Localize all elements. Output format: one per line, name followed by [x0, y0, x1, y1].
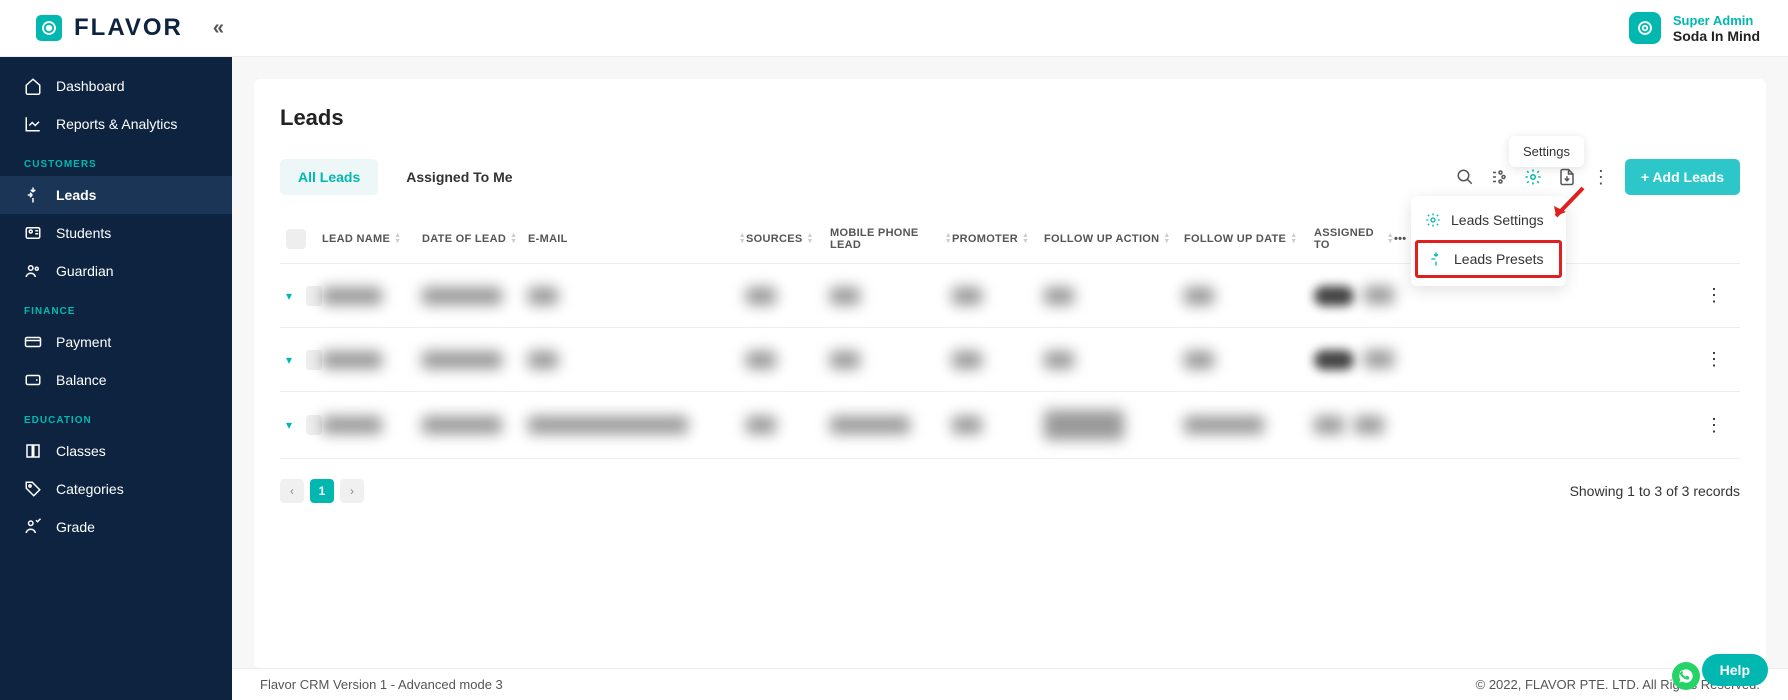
sidebar-item-label: Students — [56, 225, 111, 241]
leads-icon — [24, 186, 42, 204]
presets-icon — [1428, 251, 1444, 267]
sidebar-item-label: Balance — [56, 372, 107, 388]
row-checkbox[interactable] — [306, 350, 322, 370]
th-date-lead[interactable]: DATE OF LEAD▲▼ — [422, 233, 528, 245]
expand-row-icon[interactable]: ▾ — [286, 289, 300, 303]
select-all-checkbox[interactable] — [286, 229, 306, 249]
grade-icon — [24, 518, 42, 536]
home-icon — [24, 77, 42, 95]
tab-assigned-to-me[interactable]: Assigned To Me — [388, 159, 530, 195]
sidebar-item-label: Guardian — [56, 263, 114, 279]
expand-row-icon[interactable]: ▾ — [286, 353, 300, 367]
th-followup[interactable]: FOLLOW UP ACTION▲▼ — [1044, 233, 1184, 245]
th-sources[interactable]: SOURCES▲▼ — [746, 233, 830, 245]
footer-version: Flavor CRM Version 1 - Advanced mode 3 — [260, 677, 503, 692]
card-icon — [24, 333, 42, 351]
user-info: Super Admin Soda In Mind — [1673, 13, 1760, 44]
toolbar-actions: ⋮ + Add Leads — [1455, 159, 1740, 195]
row-checkbox[interactable] — [306, 415, 322, 435]
tabs: All Leads Assigned To Me — [280, 159, 531, 195]
help-button[interactable]: Help — [1702, 654, 1768, 686]
sidebar-item-students[interactable]: Students — [0, 214, 232, 252]
user-avatar-icon — [1629, 12, 1661, 44]
page-title: Leads — [280, 105, 1740, 131]
th-followup-date[interactable]: FOLLOW UP DATE▲▼ — [1184, 233, 1314, 245]
brand-icon — [36, 15, 62, 41]
sidebar-item-label: Payment — [56, 334, 111, 350]
pagination-prev[interactable]: ‹ — [280, 479, 304, 503]
user-area[interactable]: Super Admin Soda In Mind — [1629, 12, 1760, 44]
th-promoter[interactable]: PROMOTER▲▼ — [952, 233, 1044, 245]
user-name: Soda In Mind — [1673, 28, 1760, 44]
settings-icon[interactable] — [1523, 167, 1543, 187]
book-icon — [24, 442, 42, 460]
logo-area: FLAVOR « — [36, 14, 224, 42]
sidebar-item-reports[interactable]: Reports & Analytics — [0, 105, 232, 143]
export-icon[interactable] — [1557, 167, 1577, 187]
row-menu-icon[interactable]: ⋮ — [1694, 285, 1734, 306]
add-leads-button[interactable]: + Add Leads — [1625, 159, 1740, 195]
sidebar-item-balance[interactable]: Balance — [0, 361, 232, 399]
pagination-row: ‹ 1 › Showing 1 to 3 of 3 records — [280, 459, 1740, 503]
settings-dropdown: Leads Settings Leads Presets — [1411, 196, 1566, 286]
th-email[interactable]: E-MAIL▲▼ — [528, 233, 746, 245]
filter-icon[interactable] — [1489, 167, 1509, 187]
sidebar-item-payment[interactable]: Payment — [0, 323, 232, 361]
sidebar-item-leads[interactable]: Leads — [0, 176, 232, 214]
sidebar-section-education: EDUCATION — [0, 399, 232, 432]
sidebar-item-label: Dashboard — [56, 78, 125, 94]
th-mobile[interactable]: MOBILE PHONE LEAD▲▼ — [830, 227, 952, 251]
sidebar-section-finance: FINANCE — [0, 290, 232, 323]
sidebar-section-customers: CUSTOMERS — [0, 143, 232, 176]
id-icon — [24, 224, 42, 242]
sidebar-item-categories[interactable]: Categories — [0, 470, 232, 508]
expand-row-icon[interactable]: ▾ — [286, 418, 300, 432]
th-assigned[interactable]: ASSIGNED TO▲▼ — [1314, 227, 1394, 251]
top-header: FLAVOR « Super Admin Soda In Mind — [0, 0, 1788, 57]
sidebar-item-label: Reports & Analytics — [56, 116, 177, 132]
wallet-icon — [24, 371, 42, 389]
pagination: ‹ 1 › — [280, 479, 364, 503]
dropdown-leads-presets[interactable]: Leads Presets — [1415, 240, 1562, 278]
th-lead-name[interactable]: LEAD NAME▲▼ — [322, 233, 422, 245]
brand-text: FLAVOR — [74, 14, 183, 42]
annotation-arrow — [1548, 186, 1588, 226]
footer: Flavor CRM Version 1 - Advanced mode 3 ©… — [232, 668, 1788, 700]
whatsapp-button[interactable] — [1672, 662, 1700, 690]
pagination-next[interactable]: › — [340, 479, 364, 503]
tab-all-leads[interactable]: All Leads — [280, 159, 378, 195]
table-row: ▾ ⋮ — [280, 392, 1740, 459]
dropdown-item-label: Leads Settings — [1451, 212, 1544, 228]
table-row: ▾ ⋮ — [280, 328, 1740, 392]
dropdown-item-label: Leads Presets — [1454, 251, 1544, 267]
row-checkbox[interactable] — [306, 286, 322, 306]
row-menu-icon[interactable]: ⋮ — [1694, 415, 1734, 436]
sidebar: Dashboard Reports & Analytics CUSTOMERS … — [0, 57, 232, 700]
sidebar-item-label: Categories — [56, 481, 124, 497]
tag-icon — [24, 480, 42, 498]
leads-card: Leads All Leads Assigned To Me ⋮ + Add L… — [254, 79, 1766, 668]
sidebar-item-label: Classes — [56, 443, 106, 459]
pagination-page-1[interactable]: 1 — [310, 479, 334, 503]
sidebar-item-classes[interactable]: Classes — [0, 432, 232, 470]
dropdown-leads-settings[interactable]: Leads Settings — [1411, 202, 1566, 238]
sidebar-item-grade[interactable]: Grade — [0, 508, 232, 546]
user-role: Super Admin — [1673, 13, 1760, 28]
sidebar-item-guardian[interactable]: Guardian — [0, 252, 232, 290]
sidebar-collapse-button[interactable]: « — [213, 17, 224, 40]
sidebar-item-label: Leads — [56, 187, 96, 203]
records-summary: Showing 1 to 3 of 3 records — [1570, 483, 1740, 499]
row-menu-icon[interactable]: ⋮ — [1694, 349, 1734, 370]
chart-icon — [24, 115, 42, 133]
search-icon[interactable] — [1455, 167, 1475, 187]
settings-tooltip: Settings — [1509, 136, 1584, 167]
sidebar-item-dashboard[interactable]: Dashboard — [0, 67, 232, 105]
gear-icon — [1425, 212, 1441, 228]
people-icon — [24, 262, 42, 280]
more-icon[interactable]: ⋮ — [1591, 167, 1611, 187]
sidebar-item-label: Grade — [56, 519, 95, 535]
